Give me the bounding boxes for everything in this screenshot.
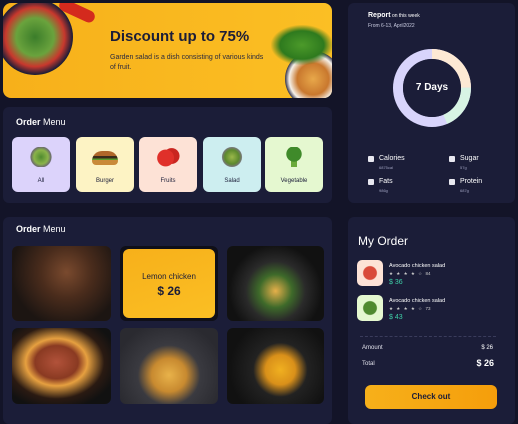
category-burger[interactable]: Burger [76, 137, 134, 192]
legend-protein-value: 687g [460, 188, 469, 193]
salad-bowl-icon [29, 147, 53, 167]
legend-protein-marker [449, 179, 455, 185]
order-item-price: $ 43 [389, 314, 403, 321]
order-item-thumbnail [357, 295, 383, 321]
legend-fats-marker [368, 179, 374, 185]
report-title: Report on this week [368, 12, 420, 19]
order-item-name: Avocado chicken salad [389, 298, 446, 304]
herbs-image [271, 25, 332, 65]
strawberry-icon [156, 147, 180, 167]
salad-plate-image [3, 3, 73, 75]
salad-icon [220, 147, 244, 167]
food-tile-burger[interactable] [12, 328, 111, 404]
food-tile-noodle-bowl[interactable] [227, 246, 324, 321]
featured-price: $ 26 [157, 284, 181, 298]
order-item-rating: ★ ★ ★ ★ ☆ 84 [389, 271, 431, 276]
order-item-rating: ★ ★ ★ ★ ☆ 73 [389, 306, 431, 311]
order-item-name: Avocado chicken salad [389, 263, 446, 269]
legend-calories-label: Calories [379, 155, 405, 162]
legend-protein-label: Protein [460, 178, 483, 185]
amount-label: Amount [362, 345, 383, 351]
legend-fats-label: Fats [379, 178, 393, 185]
legend-sugar-marker [449, 156, 455, 162]
banner-title: Discount up to 75% [110, 28, 250, 45]
food-tile-grilled-meat[interactable] [12, 246, 111, 321]
report-donut-center: 7 Days [415, 82, 449, 93]
legend-sugar-value: 57g [460, 165, 467, 170]
category-salad[interactable]: Salad [203, 137, 261, 192]
legend-calories-value: 6875cal [379, 165, 394, 170]
category-section-title: Order Menu [16, 117, 66, 127]
category-vegetable[interactable]: Vegetable [265, 137, 323, 192]
total-value: $ 26 [476, 358, 494, 368]
burger-icon [92, 151, 118, 165]
report-range: From 6-13, April2022 [368, 23, 415, 29]
my-order-title: My Order [358, 234, 409, 248]
featured-name: Lemon chicken [142, 272, 196, 281]
banner-description: Garden salad is a dish consisting of var… [110, 54, 264, 71]
category-all[interactable]: All [12, 137, 70, 192]
total-label: Total [362, 361, 375, 367]
checkout-button[interactable]: Check out [365, 385, 497, 409]
order-item[interactable]: Avocado chicken salad ★ ★ ★ ★ ☆ 84 $ 36 [357, 260, 497, 290]
broccoli-icon [282, 147, 306, 167]
order-item-price: $ 36 [389, 279, 403, 286]
order-divider [360, 336, 496, 337]
order-item[interactable]: Avocado chicken salad ★ ★ ★ ★ ☆ 73 $ 43 [357, 295, 497, 325]
amount-value: $ 26 [481, 345, 493, 351]
food-tile-curry[interactable] [227, 328, 324, 404]
category-fruits[interactable]: Fruits [139, 137, 197, 192]
food-tile-pancakes[interactable] [120, 328, 218, 404]
food-tile-featured[interactable]: Lemon chicken $ 26 [120, 246, 218, 321]
legend-sugar-label: Sugar [460, 155, 479, 162]
legend-fats-value: 986g [379, 188, 388, 193]
food-grid-title: Order Menu [16, 224, 66, 234]
legend-calories-marker [368, 156, 374, 162]
discount-banner[interactable]: Discount up to 75% Garden salad is a dis… [3, 3, 332, 98]
order-item-thumbnail [357, 260, 383, 286]
